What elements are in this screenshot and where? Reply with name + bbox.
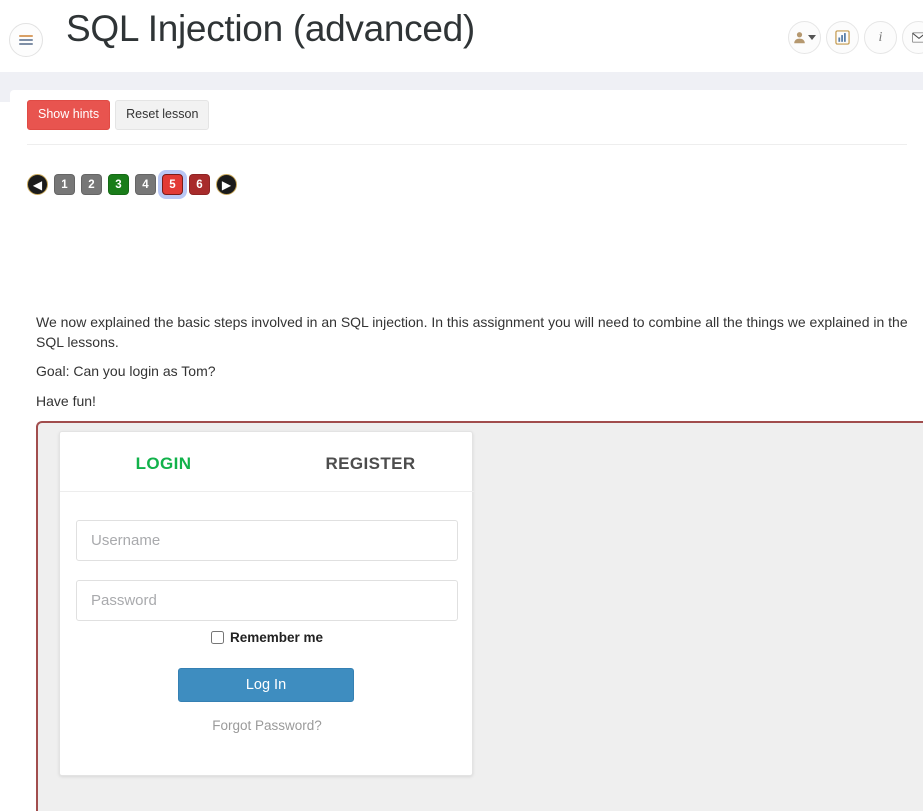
lesson-content-panel: Show hints Reset lesson ◀ 1 2 3 4 5 6 ▶ … [10, 90, 923, 811]
pagination-page-5[interactable]: 5 [162, 174, 183, 195]
header-icon-group: i [788, 21, 923, 54]
pagination-next-button[interactable]: ▶ [216, 174, 237, 195]
hamburger-icon[interactable] [9, 23, 43, 57]
hamburger-bar-1 [19, 35, 33, 37]
chart-icon[interactable] [826, 21, 859, 54]
page-title: SQL Injection (advanced) [66, 8, 475, 49]
reset-lesson-button[interactable]: Reset lesson [115, 100, 210, 130]
remember-me-checkbox[interactable] [210, 631, 224, 644]
login-card: LOGIN REGISTER Remember me Log In Forgot… [59, 431, 474, 776]
pagination-page-3[interactable]: 3 [108, 174, 129, 195]
assignment-container: LOGIN REGISTER Remember me Log In Forgot… [36, 421, 923, 811]
pagination-page-1[interactable]: 1 [54, 174, 75, 195]
hamburger-bar-3 [19, 43, 33, 45]
username-input[interactable] [76, 520, 458, 561]
password-input[interactable] [76, 580, 458, 621]
lesson-toolbar: Show hints Reset lesson [27, 100, 210, 130]
user-icon[interactable] [788, 21, 821, 54]
login-register-tabs: LOGIN REGISTER [60, 450, 474, 492]
chevron-down-icon [808, 35, 816, 40]
lesson-paragraph-3: Have fun! [36, 393, 96, 409]
info-glyph: i [878, 29, 883, 45]
pagination-page-2[interactable]: 2 [81, 174, 102, 195]
lesson-pagination: ◀ 1 2 3 4 5 6 ▶ [27, 174, 237, 195]
lesson-goal-text: Goal: Can you login as Tom? [36, 363, 216, 379]
app-header: SQL Injection (advanced) i [0, 0, 923, 72]
envelope-icon[interactable] [902, 21, 923, 54]
remember-me-row: Remember me [60, 630, 474, 645]
lesson-paragraph-1: We now explained the basic steps involve… [36, 314, 908, 350]
toolbar-divider [27, 144, 907, 145]
info-icon[interactable]: i [864, 21, 897, 54]
remember-me-label: Remember me [229, 630, 324, 645]
forgot-password-link[interactable]: Forgot Password? [60, 718, 474, 733]
tab-login[interactable]: LOGIN [60, 450, 267, 491]
pagination-prev-button[interactable]: ◀ [27, 174, 48, 195]
hamburger-bar-2 [19, 39, 33, 41]
pagination-page-4[interactable]: 4 [135, 174, 156, 195]
show-hints-button[interactable]: Show hints [27, 100, 111, 130]
log-in-button[interactable]: Log In [178, 668, 354, 702]
pagination-page-6[interactable]: 6 [189, 174, 210, 195]
tab-register[interactable]: REGISTER [267, 450, 474, 491]
